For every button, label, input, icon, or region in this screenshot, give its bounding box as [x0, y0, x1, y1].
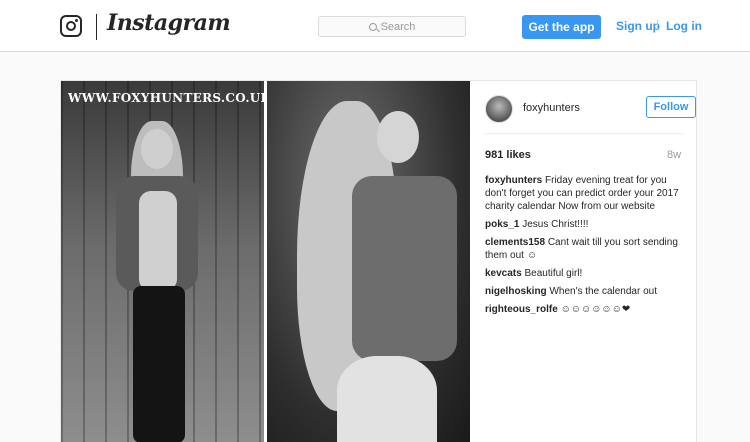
logo-divider	[96, 14, 97, 40]
search-icon	[368, 22, 377, 31]
comment-item: kevcats Beautiful girl!	[485, 267, 685, 280]
comment-text: Jesus Christ!!!!	[522, 219, 589, 230]
comment-author[interactable]: righteous_rolfe	[485, 304, 558, 315]
model-head-shape	[141, 129, 173, 169]
watermark-text: WWW.FOXYHUNTERS.CO.UK	[68, 91, 264, 105]
instagram-wordmark[interactable]: Instagram	[107, 10, 231, 36]
comment-author[interactable]: foxyhunters	[485, 175, 542, 186]
likes-count[interactable]: 981 likes	[485, 149, 531, 161]
comment-author[interactable]: kevcats	[485, 268, 522, 279]
comment-item: clements158 Cant wait till you sort send…	[485, 236, 685, 262]
comment-text: ☺☺☺☺☺☺❤	[560, 304, 631, 315]
photo-right-panel	[267, 81, 470, 442]
comment-list: foxyhunters Friday evening treat for you…	[485, 174, 685, 321]
comment-text: Beautiful girl!	[524, 268, 583, 279]
instagram-camera-icon[interactable]	[60, 15, 82, 37]
follow-button[interactable]: Follow	[646, 96, 696, 118]
comment-item: righteous_rolfe ☺☺☺☺☺☺❤	[485, 303, 685, 316]
comment-item: nigelhosking When's the calendar out	[485, 285, 685, 298]
comment-author[interactable]: clements158	[485, 237, 545, 248]
model-jacket-shape	[352, 176, 457, 361]
sign-up-link[interactable]: Sign up	[616, 19, 660, 33]
comment-item: foxyhunters Friday evening treat for you…	[485, 174, 685, 213]
post-card: WWW.FOXYHUNTERS.CO.UK foxyhunters Follow…	[60, 80, 697, 442]
post-header: foxyhunters Follow	[485, 95, 696, 135]
get-the-app-button[interactable]: Get the app	[522, 15, 601, 39]
auth-divider	[657, 20, 658, 31]
post-age[interactable]: 8w	[667, 149, 681, 161]
top-navigation-bar: Instagram Search Get the app Sign up Log…	[0, 0, 750, 52]
model-legs-shape	[133, 286, 185, 442]
post-username[interactable]: foxyhunters	[523, 102, 580, 114]
avatar[interactable]	[485, 95, 513, 123]
comment-text: When's the calendar out	[549, 286, 657, 297]
log-in-link[interactable]: Log in	[666, 19, 702, 33]
post-photo[interactable]: WWW.FOXYHUNTERS.CO.UK	[61, 81, 470, 442]
photo-left-panel: WWW.FOXYHUNTERS.CO.UK	[61, 81, 264, 442]
model-legs-shape	[337, 356, 437, 442]
post-sidebar: foxyhunters Follow 981 likes 8w foxyhunt…	[470, 81, 698, 442]
divider	[485, 133, 683, 134]
comment-author[interactable]: nigelhosking	[485, 286, 547, 297]
model-head-shape	[377, 111, 419, 163]
model-torso-shape	[139, 191, 177, 291]
comment-item: poks_1 Jesus Christ!!!!	[485, 218, 685, 231]
comment-author[interactable]: poks_1	[485, 219, 519, 230]
search-input[interactable]: Search	[318, 16, 466, 37]
search-placeholder: Search	[380, 20, 416, 33]
